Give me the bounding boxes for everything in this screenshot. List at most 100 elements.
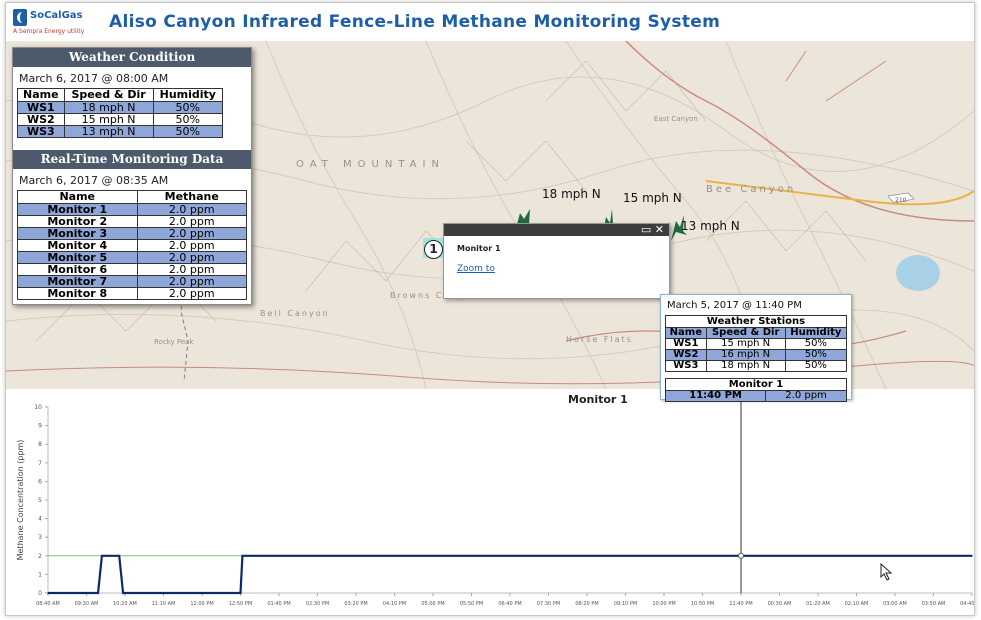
x-tick-label: 05:00 PM	[421, 601, 444, 607]
table-row[interactable]: Monitor 6 2.0 ppm	[17, 263, 248, 276]
weather-panel-title: Weather Condition	[13, 48, 251, 67]
crosshair-marker	[738, 552, 744, 559]
table-row: WS3 13 mph N 50%	[17, 125, 224, 138]
methane-chart[interactable]: Monitor 1 0 1 2 3 4 5 6 7 8 9 10 08:40 AM 09:30 AM 10…	[6, 389, 974, 615]
x-tick-label: 09:30 AM	[75, 601, 99, 607]
y-tick-label: 7	[38, 460, 42, 467]
y-tick-label: 0	[38, 590, 42, 597]
table-row: WS2 15 mph N 50%	[17, 113, 224, 126]
x-tick-label: 08:40 AM	[36, 601, 60, 607]
table-cell: WS3	[17, 125, 65, 138]
data-point	[97, 592, 99, 594]
x-tick-label: 12:50 PM	[229, 601, 252, 607]
x-tick-label: 00:30 AM	[768, 601, 792, 607]
x-tick-label: 09:10 PM	[614, 601, 637, 607]
table-cell: Monitor 7	[17, 275, 138, 288]
x-tick-label: 12:00 PM	[190, 601, 213, 607]
table-row: WS1 18 mph N 50%	[17, 101, 224, 114]
weather-table: Name Speed & Dir Humidity WS1 18 mph N 5…	[17, 88, 224, 138]
place-label: Horse Flats	[566, 335, 633, 344]
y-axis-label: Methane Concentration (ppm)	[16, 440, 25, 561]
table-row[interactable]: Monitor 3 2.0 ppm	[17, 227, 248, 240]
table-row[interactable]: Monitor 7 2.0 ppm	[17, 275, 248, 288]
column-header: Humidity	[784, 327, 848, 339]
column-header: Speed & Dir	[705, 327, 786, 339]
place-label: OAT MOUNTAIN	[296, 159, 445, 170]
monitoring-table: Name Methane Monitor 1 2.0 ppm Monitor 22…	[17, 190, 248, 300]
mouse-cursor-icon	[880, 563, 893, 581]
x-tick-label: 04:40 AM	[960, 601, 974, 607]
y-tick-label: 10	[34, 404, 42, 411]
x-tick-label: 08:20 PM	[575, 601, 598, 607]
x-tick-label: 10:00 PM	[652, 601, 675, 607]
x-tick-label: 05:50 PM	[460, 601, 483, 607]
table-cell: 15 mph N	[63, 113, 154, 126]
weather-date: March 6, 2017 @ 08:00 AM	[19, 72, 169, 85]
monitoring-date: March 6, 2017 @ 08:35 AM	[19, 174, 169, 187]
x-tick-label: 06:40 PM	[498, 601, 521, 607]
table-cell: 50%	[784, 360, 848, 372]
app-window: SoCalGas A Sempra Energy utility Aliso C…	[5, 2, 975, 616]
x-tick-label: 07:30 PM	[537, 601, 560, 607]
table-row[interactable]: Monitor 4 2.0 ppm	[17, 239, 248, 252]
table-cell: 50%	[152, 125, 224, 138]
company-logo: SoCalGas A Sempra Energy utility	[13, 9, 103, 39]
column-header: Humidity	[152, 88, 224, 102]
x-tick-label: 01:40 PM	[267, 601, 290, 607]
table-cell: 2.0 ppm	[136, 227, 248, 240]
highway-shield: 210	[895, 197, 907, 204]
table-row[interactable]: Monitor 5 2.0 ppm	[17, 251, 248, 264]
table-header-row: Name Methane	[17, 190, 248, 204]
table-cell: 15 mph N	[705, 338, 786, 350]
table-cell: Monitor 8	[17, 287, 138, 300]
table-cell: 2.0 ppm	[136, 275, 248, 288]
monitor-marker-1[interactable]: 1	[424, 240, 443, 259]
table-cell: WS1	[17, 101, 65, 114]
place-label: Bee Canyon	[706, 184, 797, 195]
x-tick-label: 10:50 PM	[691, 601, 714, 607]
column-header: Methane	[136, 190, 248, 204]
table-cell: 50%	[784, 338, 848, 350]
y-tick-label: 1	[38, 571, 42, 578]
x-tick-label: 01:20 AM	[806, 601, 830, 607]
table-cell: WS2	[17, 113, 65, 126]
tooltip-monitor-table: Monitor 1 11:40 PM 2.0 ppm	[664, 378, 847, 402]
place-label: East Canyon	[654, 115, 698, 123]
header: SoCalGas A Sempra Energy utility Aliso C…	[6, 3, 974, 41]
table-cell: Monitor 1	[17, 203, 138, 216]
x-tick-label: 04:10 PM	[383, 601, 406, 607]
chart-tooltip: March 5, 2017 @ 11:40 PM Weather Station…	[660, 294, 852, 402]
x-tick-label: 03:00 AM	[883, 601, 907, 607]
table-cell: Monitor 2	[17, 215, 138, 228]
column-header: Name	[17, 88, 65, 102]
popup-controls[interactable]: ▭ ✕	[641, 223, 664, 236]
place-label: Rocky Peak	[154, 338, 194, 346]
chart-plot[interactable]: 0 1 2 3 4 5 6 7 8 9 10 08:40 AM 09:30 AM 10:20 AM 11:1…	[6, 389, 974, 615]
x-tick-label: 02:10 AM	[845, 601, 869, 607]
column-header: Speed & Dir	[63, 88, 154, 102]
data-point	[47, 592, 49, 594]
monitoring-panel-title: Real-Time Monitoring Data	[13, 150, 251, 169]
y-tick-label: 9	[38, 423, 42, 430]
table-cell: WS1	[665, 338, 707, 350]
table-cell: 2.0 ppm	[136, 215, 248, 228]
data-point	[101, 555, 103, 557]
y-tick-label: 3	[38, 534, 42, 541]
tooltip-stations-table: Weather Stations Name Speed & Dir Humidi…	[665, 315, 848, 372]
popup-title: Monitor 1	[457, 244, 501, 253]
table-cell: Monitor 5	[17, 251, 138, 264]
table-row[interactable]: Monitor 1 2.0 ppm	[17, 203, 248, 216]
table-header-row: Name Speed & Dir Humidity	[17, 88, 224, 102]
monitor-popup: ▭ ✕ Monitor 1 Zoom to	[443, 223, 670, 299]
wind-label-ws1: 18 mph N	[542, 187, 601, 201]
data-point	[122, 592, 124, 594]
y-tick-label: 5	[38, 497, 42, 504]
zoom-to-link[interactable]: Zoom to	[457, 264, 495, 274]
table-cell: 2.0 ppm	[136, 287, 248, 300]
info-panel: Weather Condition March 6, 2017 @ 08:00 …	[12, 47, 252, 305]
table-cell: 2.0 ppm	[136, 263, 248, 276]
table-row[interactable]: Monitor 2 2.0 ppm	[17, 215, 248, 228]
flame-icon	[13, 9, 27, 26]
table-row[interactable]: Monitor 8 2.0 ppm	[17, 287, 248, 300]
place-label: Bell Canyon	[260, 309, 330, 318]
